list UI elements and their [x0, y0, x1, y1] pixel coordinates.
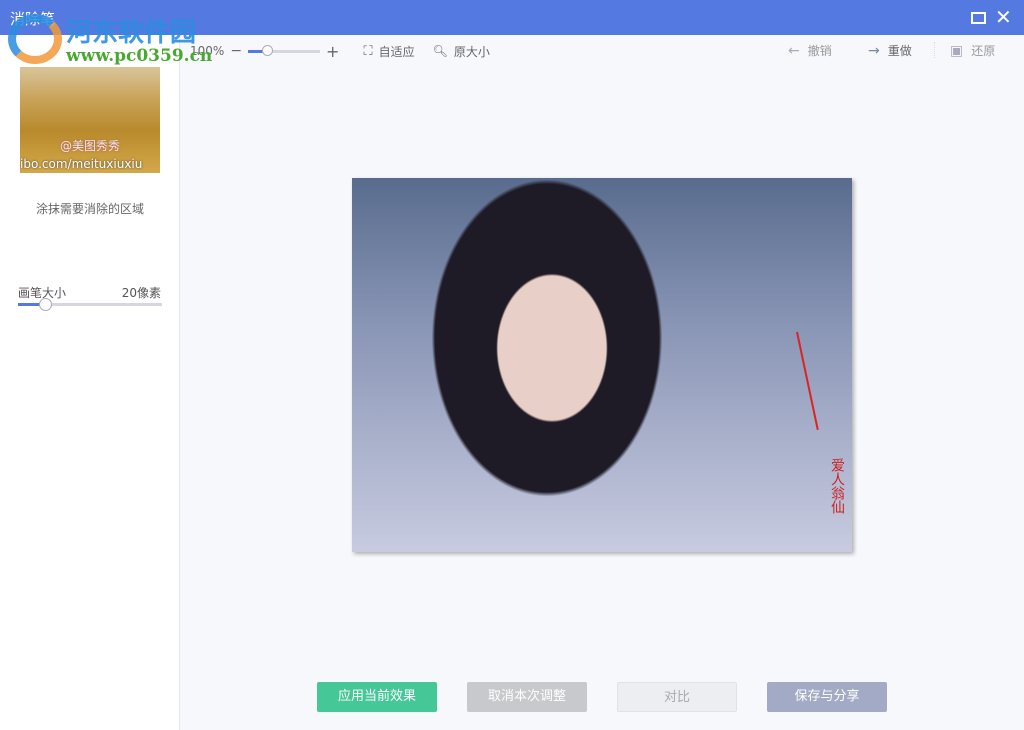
fit-button[interactable]: 自适应 — [379, 43, 415, 60]
maximize-icon[interactable] — [971, 12, 986, 24]
zoom-toolbar: 100% − + ⛶ 自适应 🔍︎ 原大小 — [190, 42, 490, 60]
restore-label: 还原 — [971, 42, 995, 59]
magnifier-icon: 🔍︎ — [433, 44, 448, 58]
apply-button[interactable]: 应用当前效果 — [317, 682, 437, 712]
original-size-button[interactable]: 原大小 — [454, 43, 490, 60]
arrow-right-icon: → — [868, 43, 880, 59]
image-icon: ▣ — [950, 43, 963, 59]
undo-button[interactable]: ← 撤销 — [788, 42, 832, 59]
hint-text: 涂抹需要消除的区域 — [0, 200, 180, 217]
thumb-url: ibo.com/meituxiuxiu — [20, 157, 142, 171]
undo-label: 撤销 — [808, 42, 832, 59]
red-arrow-annotation — [796, 332, 819, 430]
cancel-adjustment-button[interactable]: 取消本次调整 — [467, 682, 587, 712]
thumb-watermark: @美图秀秀 — [60, 137, 120, 154]
preview-thumbnail: @美图秀秀 ibo.com/meituxiuxiu — [20, 67, 160, 173]
redo-button[interactable]: → 重做 — [868, 42, 912, 59]
brush-size-slider[interactable] — [18, 303, 162, 306]
divider — [934, 42, 935, 58]
brush-size-value: 20像素 — [122, 284, 161, 301]
title-bar: 消除笔 ✕ — [0, 0, 1024, 35]
arrow-left-icon: ← — [788, 43, 800, 59]
redo-label: 重做 — [888, 42, 912, 59]
close-icon[interactable]: ✕ — [995, 5, 1012, 29]
seal-stamp: 爱人翁仙 — [800, 458, 846, 548]
edit-canvas-image[interactable]: 爱人翁仙 — [352, 178, 852, 552]
window-title: 消除笔 — [10, 8, 55, 29]
restore-button[interactable]: ▣ 还原 — [950, 42, 995, 59]
slider-knob[interactable] — [39, 298, 52, 311]
save-share-button[interactable]: 保存与分享 — [767, 682, 887, 712]
fit-icon: ⛶ — [363, 44, 372, 59]
sidebar: @美图秀秀 ibo.com/meituxiuxiu 涂抹需要消除的区域 画笔大小… — [0, 35, 180, 730]
zoom-in-button[interactable]: + — [326, 42, 339, 61]
zoom-level: 100% — [190, 44, 224, 58]
compare-button[interactable]: 对比 — [617, 682, 737, 712]
zoom-out-button[interactable]: − — [230, 43, 242, 59]
zoom-slider[interactable] — [248, 50, 320, 53]
